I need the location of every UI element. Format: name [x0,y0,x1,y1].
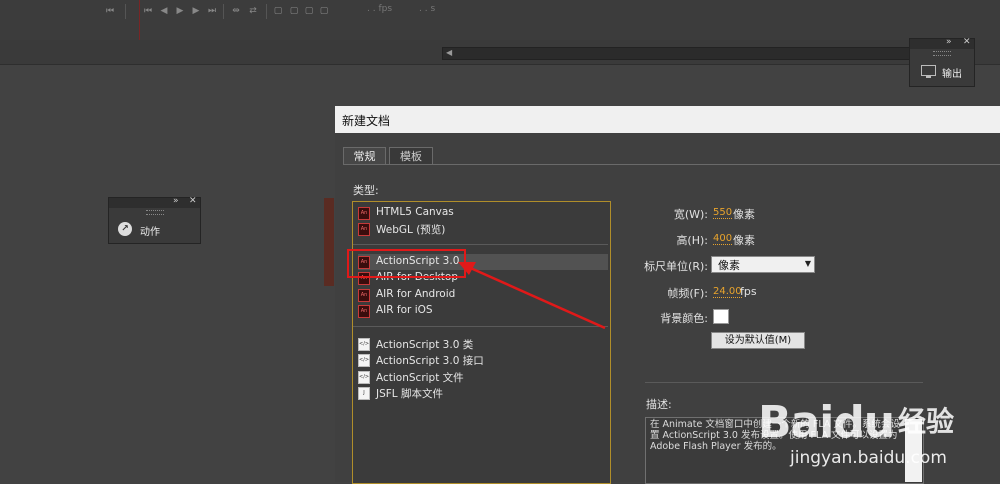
last-frame-icon[interactable]: ⏭ [205,5,219,17]
dialog-title-bar[interactable]: 新建文档 [335,106,1000,133]
description-label: 描述: [646,398,672,411]
list-item-label: JSFL 脚本文件 [376,388,443,400]
height-value[interactable]: 400 [713,233,733,245]
width-value[interactable]: 550 [713,207,733,219]
panel-header[interactable]: » ✕ [109,196,200,208]
jsfl-file-icon: J [358,387,370,400]
list-item-air-android[interactable]: An AIR for Android [358,287,608,303]
play-icon[interactable]: ▶ [173,5,187,17]
list-item-webgl[interactable]: An WebGL (预览) [358,221,608,237]
collapse-icon[interactable]: » [173,196,179,206]
first-frame-icon[interactable]: ⏮ [141,5,155,17]
toolbar-divider [266,4,267,19]
output-panel-label[interactable]: 输出 [942,65,962,80]
edit-multiple-icon[interactable]: ▢ [302,5,316,17]
frame-rate-value[interactable]: 24.00 [713,286,742,298]
frame-rate-label: 帧频(F): [667,287,708,300]
height-label: 高(H): [676,234,708,247]
prev-frame-icon[interactable]: ◀ [157,5,171,17]
collapse-icon[interactable]: » [946,37,952,47]
list-item-label: AIR for iOS [376,304,433,316]
toolbar-divider [125,4,126,19]
height-unit: 像素 [733,234,755,247]
animate-file-icon: An [358,305,370,318]
watermark-brand: Baidu [758,397,895,448]
playhead[interactable] [139,0,140,40]
list-item-label: AIR for Android [376,288,456,300]
list-item-label: WebGL (预览) [376,224,446,236]
chevron-down-icon: ▼ [804,259,811,268]
script-file-icon: </> [358,371,370,384]
list-item-label: HTML5 Canvas [376,206,454,218]
output-panel: » ✕ 输出 [909,37,975,87]
width-label: 宽(W): [673,208,708,221]
list-item-as3-interface[interactable]: </> ActionScript 3.0 接口 [358,352,608,368]
seconds-readout: . . s [419,4,436,14]
list-item-label: ActionScript 3.0 接口 [376,355,484,367]
loop-icon[interactable]: ⏮ [103,5,117,17]
animate-file-icon: An [358,289,370,302]
width-unit: 像素 [733,208,755,221]
set-default-button[interactable]: 设为默认值(M) [711,332,805,349]
list-item-label: ActionScript 3.0 类 [376,339,474,351]
actions-panel-label[interactable]: 动作 [140,223,160,238]
ruler-units-label: 标尺单位(R): [644,260,708,273]
monitor-icon [921,65,936,78]
list-item-label: ActionScript 文件 [376,372,464,384]
list-item-jsfl[interactable]: J JSFL 脚本文件 [358,385,608,401]
timeline-scrollbar[interactable] [442,47,920,60]
toolbar-divider [223,4,224,19]
list-item-as-file[interactable]: </> ActionScript 文件 [358,369,608,385]
script-file-icon: </> [358,354,370,367]
scroll-left-icon[interactable]: ◀ [446,49,454,57]
animate-file-icon: An [358,223,370,236]
bg-color-label: 背景颜色: [660,312,708,325]
next-frame-icon[interactable]: ▶ [189,5,203,17]
watermark-url: jingyan.baidu.com [790,448,947,468]
tab-general[interactable]: 常规 [343,147,386,165]
watermark-cn: 经验 [898,405,955,438]
panel-grip[interactable] [933,51,951,56]
type-label: 类型: [353,184,379,197]
modify-markers-icon[interactable]: ▢ [317,5,331,17]
tab-underline [343,164,1000,165]
frame-rate-unit: fps [740,285,757,298]
actions-icon: ↗ [118,222,132,236]
center-frame-icon[interactable]: ⇹ [229,5,243,17]
loop-frames-icon[interactable]: ⇄ [246,5,260,17]
onion-outline-icon[interactable]: ▢ [287,5,301,17]
onion-skin-icon[interactable]: ▢ [271,5,285,17]
panel-header[interactable]: » ✕ [910,37,974,49]
animate-file-icon: An [358,207,370,220]
actions-panel: » ✕ ↗ 动作 [108,196,201,244]
fps-readout: . . fps [367,4,393,14]
list-divider [353,244,608,245]
close-icon[interactable]: ✕ [963,37,971,47]
description-divider [645,382,923,383]
highlight-box [347,249,466,278]
stage-edge [324,198,334,286]
list-item-as3-class[interactable]: </> ActionScript 3.0 类 [358,336,608,352]
list-divider [353,326,608,327]
panel-grip[interactable] [145,210,164,215]
ruler-units-value: 像素 [718,259,740,272]
dialog-title: 新建文档 [342,114,391,128]
bg-color-swatch[interactable] [713,309,729,324]
tab-templates[interactable]: 模板 [389,147,433,165]
list-item-html5-canvas[interactable]: An HTML5 Canvas [358,205,608,221]
ruler-units-select[interactable]: 像素 ▼ [711,256,815,273]
script-file-icon: </> [358,338,370,351]
list-item-air-ios[interactable]: An AIR for iOS [358,303,608,319]
close-icon[interactable]: ✕ [189,196,197,206]
